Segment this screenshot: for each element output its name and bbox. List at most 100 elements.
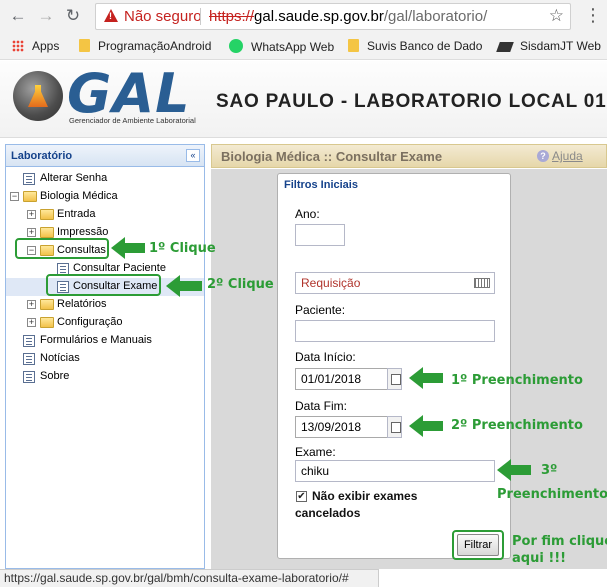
tree-item-sobre[interactable]: Sobre: [6, 368, 204, 386]
folder-icon: [40, 317, 54, 328]
annotation-final-line1: Por fim clique: [512, 534, 607, 549]
help-icon[interactable]: ?: [537, 150, 549, 162]
ano-label: Ano:: [295, 207, 320, 221]
paciente-label: Paciente:: [295, 303, 346, 317]
bookmarks-bar: Apps ProgramaçãoAndroid WhatsApp Web Suv…: [0, 34, 607, 60]
bookmark-label: Apps: [32, 39, 60, 53]
bookmark-suvis[interactable]: Suvis Banco de Dado: [348, 39, 482, 55]
url-protocol: https://: [209, 8, 255, 25]
app-header: GAL Gerenciador de Ambiente Laboratorial…: [0, 61, 607, 138]
status-bar-url: https://gal.saude.sp.gov.br/gal/bmh/cons…: [0, 569, 379, 587]
bookmark-label: ProgramaçãoAndroid: [98, 39, 212, 53]
data-fim-label: Data Fim:: [295, 399, 348, 413]
data-inicio-label: Data Início:: [295, 350, 356, 364]
paciente-input[interactable]: [295, 320, 495, 342]
annotation-final-line2: aqui !!!: [512, 551, 567, 566]
apps-grid-icon: [12, 40, 24, 52]
annotation-fill3-line1: 3º: [541, 463, 558, 478]
expand-plus-icon[interactable]: +: [27, 210, 36, 219]
url-path: /gal/laboratorio/: [383, 8, 488, 25]
tree-item-label: Configuração: [57, 316, 123, 328]
tree-item-label: Entrada: [57, 208, 96, 220]
bookmark-programacao-android[interactable]: ProgramaçãoAndroid: [79, 39, 211, 55]
page-title: Biologia Médica :: Consultar Exame: [221, 149, 443, 164]
browser-window: ← → ↻ ! Não seguro https://gal.saude.sp.…: [0, 0, 607, 587]
bookmark-apps[interactable]: Apps: [12, 39, 59, 55]
annotation-fill3-line2: Preenchimento: [497, 487, 607, 502]
tree-item-entrada[interactable]: + Entrada: [6, 206, 204, 224]
forward-arrow-icon[interactable]: →: [36, 6, 56, 26]
calendar-icon[interactable]: [387, 368, 402, 390]
tree-item-label: Alterar Senha: [40, 172, 108, 184]
annotation-arrow-icon: [166, 275, 202, 297]
expand-plus-icon[interactable]: +: [27, 318, 36, 327]
tree-item-label: Biologia Médica: [40, 190, 118, 202]
exame-label: Exame:: [295, 445, 336, 459]
tree-item-formularios[interactable]: Formulários e Manuais: [6, 332, 204, 350]
annotation-step1: 1º Clique: [149, 241, 216, 256]
browser-toolbar: ← → ↻ ! Não seguro https://gal.saude.sp.…: [0, 0, 607, 34]
annotation-fill1: 1º Preenchimento: [451, 373, 583, 388]
collapse-minus-icon[interactable]: −: [10, 192, 19, 201]
bookmark-star-icon[interactable]: ☆: [549, 6, 564, 26]
tree-item-label: Sobre: [40, 370, 70, 382]
page-icon: [23, 371, 35, 383]
tree-item-biologia-medica[interactable]: − Biologia Médica: [6, 188, 204, 206]
annotation-box-filtrar: [452, 530, 504, 560]
tree-item-label: Impressão: [57, 226, 109, 238]
expand-plus-icon[interactable]: +: [27, 300, 36, 309]
main-panel-header: Biologia Médica :: Consultar Exame ? Aju…: [211, 144, 607, 168]
page-icon: [23, 335, 35, 347]
annotation-arrow-icon: [409, 415, 443, 437]
gal-logo-subtitle: Gerenciador de Ambiente Laboratorial: [69, 116, 196, 125]
calendar-icon[interactable]: [387, 416, 402, 438]
tree-item-alterar-senha[interactable]: Alterar Senha: [6, 170, 204, 188]
gal-logo-text: GAL: [67, 62, 191, 125]
menu-kebab-icon[interactable]: ⋮: [584, 6, 602, 24]
tree-item-relatorios[interactable]: + Relatórios: [6, 296, 204, 314]
collapse-panel-icon[interactable]: «: [186, 149, 200, 162]
annotation-arrow-icon: [497, 459, 531, 481]
not-secure-label[interactable]: Não seguro: [124, 8, 202, 25]
data-inicio-input[interactable]: 01/01/2018: [295, 368, 388, 390]
annotation-fill2: 2º Preenchimento: [451, 418, 583, 433]
tree-item-label: Consultar Paciente: [73, 262, 166, 274]
tree-item-configuracao[interactable]: + Configuração: [6, 314, 204, 332]
url-divider: [200, 8, 201, 25]
bookmark-whatsapp[interactable]: WhatsApp Web: [229, 39, 334, 55]
expand-plus-icon[interactable]: +: [27, 228, 36, 237]
ano-input[interactable]: [295, 224, 345, 246]
lab-title: SAO PAULO - LABORATORIO LOCAL 01: [216, 91, 607, 112]
annotation-step2: 2º Clique: [207, 277, 274, 292]
help-link[interactable]: Ajuda: [552, 149, 583, 163]
tree-item-label: Relatórios: [57, 298, 107, 310]
url-text[interactable]: https://gal.saude.sp.gov.br/gal/laborato…: [209, 8, 487, 25]
folder-icon: [40, 209, 54, 220]
warning-icon: !: [104, 9, 118, 22]
url-host: gal.saude.sp.gov.br: [254, 8, 384, 25]
bookmark-sisdam[interactable]: SisdamJT Web: [496, 39, 601, 55]
filters-fieldset: Filtros Iniciais Ano: Requisição Pacient…: [277, 173, 511, 559]
sidebar-panel: Laboratório « Alterar Senha − Biologia M…: [5, 144, 205, 569]
annotation-arrow-icon: [409, 367, 443, 389]
folder-icon: [40, 299, 54, 310]
annotation-arrow-icon: [111, 237, 145, 259]
folder-open-icon: [23, 191, 37, 202]
tree-item-noticias[interactable]: Notícias: [6, 350, 204, 368]
sisdam-icon: [496, 42, 514, 52]
data-fim-input[interactable]: 13/09/2018: [295, 416, 388, 438]
back-arrow-icon[interactable]: ←: [8, 6, 28, 26]
folder-icon: [79, 39, 90, 52]
keyboard-icon[interactable]: [474, 278, 490, 288]
tree-item-label: Formulários e Manuais: [40, 334, 152, 346]
bookmark-label: WhatsApp Web: [251, 40, 335, 54]
cancelados-checkbox-label[interactable]: Não exibir exames cancelados: [295, 488, 475, 522]
folder-icon: [40, 227, 54, 238]
bookmark-label: Suvis Banco de Dado: [367, 39, 483, 53]
address-bar[interactable]: ! Não seguro https://gal.saude.sp.gov.br…: [95, 3, 571, 30]
requisicao-input[interactable]: Requisição: [295, 272, 495, 294]
reload-icon[interactable]: ↻: [63, 6, 83, 26]
sidebar-header: Laboratório «: [6, 145, 204, 167]
bookmark-label: SisdamJT Web: [520, 39, 601, 53]
exame-input[interactable]: chiku: [295, 460, 495, 482]
